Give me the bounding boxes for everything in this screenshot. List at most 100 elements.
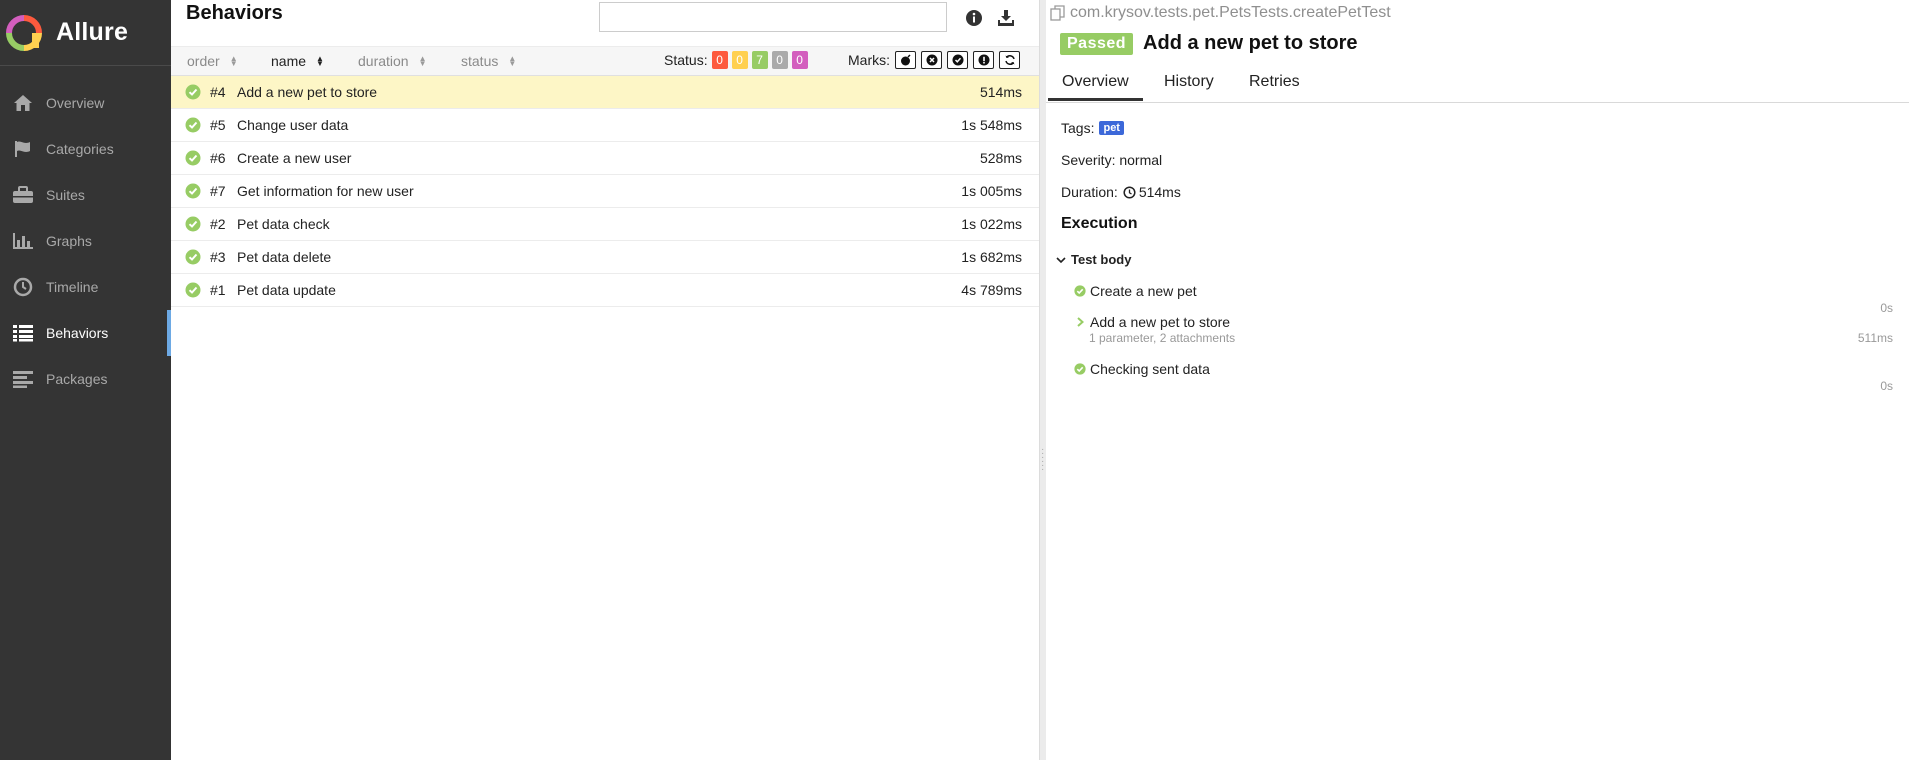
step-item[interactable]: Checking sent data [1074, 361, 1210, 377]
status-unknown-toggle[interactable]: 0 [791, 51, 808, 69]
flaky-mark-toggle[interactable] [895, 51, 916, 69]
row-duration: 1s 005ms [961, 183, 1022, 199]
row-duration: 514ms [979, 84, 1022, 100]
row-name: Change user data [237, 117, 349, 133]
passed-status-icon [185, 216, 201, 232]
bar-chart-icon [10, 231, 36, 251]
allure-logo-icon [6, 14, 42, 51]
status-filter-label: Status: [664, 52, 708, 68]
row-order: #2 [210, 216, 226, 232]
row-duration: 4s 789ms [961, 282, 1022, 298]
execution-heading: Execution [1061, 215, 1138, 232]
column-duration[interactable]: duration ▲ ▼ [358, 53, 427, 69]
status-skipped-toggle[interactable]: 0 [771, 51, 788, 69]
tab-retries[interactable]: Retries [1249, 73, 1300, 91]
column-status[interactable]: status ▲ ▼ [461, 53, 516, 69]
column-duration-label: duration [358, 53, 409, 69]
download-icon[interactable] [996, 8, 1016, 28]
retries-mark-toggle[interactable] [999, 51, 1020, 69]
status-broken-toggle[interactable]: 0 [731, 51, 748, 69]
passed-status-icon [185, 249, 201, 265]
column-order[interactable]: order ▲ ▼ [187, 53, 238, 69]
copy-icon[interactable] [1050, 5, 1066, 21]
passed-status-icon [185, 150, 201, 166]
sidebar-item-label: Packages [46, 371, 108, 387]
page-title: Behaviors [186, 2, 283, 24]
panel-header: Behaviors [171, 0, 1039, 46]
behaviors-panel: Behaviors order ▲ ▼ name ▲ ▼ duration ▲ ▼ s… [171, 0, 1039, 760]
test-title: Add a new pet to store [1143, 32, 1358, 54]
row-name: Create a new user [237, 150, 352, 166]
tab-history[interactable]: History [1164, 73, 1214, 91]
table-row[interactable]: #6 Create a new user 528ms [171, 142, 1039, 175]
home-icon [10, 93, 36, 113]
check-circle-icon [952, 54, 963, 66]
sidebar-item-packages[interactable]: Packages [0, 356, 171, 402]
table-row[interactable]: #5 Change user data 1s 548ms [171, 109, 1039, 142]
step-item[interactable]: Create a new pet [1074, 283, 1197, 299]
column-name[interactable]: name ▲ ▼ [271, 53, 324, 69]
sort-icon: ▲ ▼ [229, 54, 238, 68]
passed-status-icon [185, 183, 201, 199]
row-name: Add a new pet to store [237, 84, 378, 100]
passed-status-icon [185, 84, 201, 100]
sidebar-item-label: Overview [46, 95, 105, 111]
row-duration: 1s 682ms [961, 249, 1022, 265]
row-name: Pet data check [237, 216, 330, 232]
exclamation-circle-icon [978, 54, 989, 66]
row-order: #3 [210, 249, 226, 265]
sidebar-item-label: Graphs [46, 233, 92, 249]
column-status-label: status [461, 53, 499, 69]
briefcase-icon [10, 185, 36, 205]
sidebar-item-label: Categories [46, 141, 114, 157]
passed-status-icon [185, 117, 201, 133]
brand-name: Allure [56, 18, 129, 46]
tag-badge[interactable]: pet [1099, 121, 1124, 135]
step-name: Add a new pet to store [1090, 314, 1231, 330]
new-broken-mark-toggle[interactable] [973, 51, 994, 69]
chevron-down-icon [1056, 256, 1066, 263]
table-row[interactable]: #3 Pet data delete 1s 682ms [171, 241, 1039, 274]
test-detail-panel: com.krysov.tests.pet.PetsTests.createPet… [1046, 0, 1909, 760]
row-order: #7 [210, 183, 226, 199]
pane-splitter[interactable]: · · · · · · [1039, 0, 1046, 760]
table-row[interactable]: #2 Pet data check 1s 022ms [171, 208, 1039, 241]
times-circle-icon [926, 54, 937, 66]
sidebar-item-label: Behaviors [46, 325, 109, 341]
status-failed-toggle[interactable]: 0 [711, 51, 728, 69]
search-input[interactable] [599, 2, 947, 32]
duration-row: Duration: 514ms [1061, 184, 1181, 200]
sidebar-item-graphs[interactable]: Graphs [0, 218, 171, 264]
detail-tabs: Overview History Retries [1046, 66, 1909, 103]
sidebar-item-behaviors[interactable]: Behaviors [0, 310, 171, 356]
step-summary: 1 parameter, 2 attachments [1089, 331, 1236, 345]
refresh-icon [1004, 55, 1015, 65]
test-full-name: com.krysov.tests.pet.PetsTests.createPet… [1050, 4, 1391, 22]
status-passed-toggle[interactable]: 7 [751, 51, 768, 69]
tab-overview[interactable]: Overview [1048, 73, 1143, 101]
sidebar-item-overview[interactable]: Overview [0, 80, 171, 126]
duration-label: Duration: [1061, 184, 1118, 200]
marks-filter: Marks: [848, 51, 1020, 69]
sidebar-item-timeline[interactable]: Timeline [0, 264, 171, 310]
test-body-toggle[interactable]: Test body [1055, 252, 1131, 267]
grip-icon: · · · · · · [1041, 444, 1045, 475]
sidebar-item-categories[interactable]: Categories [0, 126, 171, 172]
new-passed-mark-toggle[interactable] [947, 51, 968, 69]
sidebar-item-label: Timeline [46, 279, 99, 295]
table-row[interactable]: #7 Get information for new user 1s 005ms [171, 175, 1039, 208]
bomb-icon [900, 54, 911, 66]
step-duration: 0s [1880, 379, 1893, 393]
new-failed-mark-toggle[interactable] [921, 51, 942, 69]
table-row[interactable]: #1 Pet data update 4s 789ms [171, 274, 1039, 307]
row-order: #5 [210, 117, 226, 133]
column-order-label: order [187, 53, 220, 69]
sidebar-item-suites[interactable]: Suites [0, 172, 171, 218]
table-row[interactable]: #4 Add a new pet to store 514ms [171, 76, 1039, 109]
row-duration: 1s 548ms [961, 117, 1022, 133]
step-item-expandable[interactable]: Add a new pet to store 1 parameter, 2 at… [1074, 314, 1235, 345]
brand[interactable]: Allure [0, 0, 171, 66]
info-icon[interactable] [964, 8, 984, 28]
duration-value: 514ms [1138, 184, 1181, 200]
align-left-icon [10, 369, 36, 389]
